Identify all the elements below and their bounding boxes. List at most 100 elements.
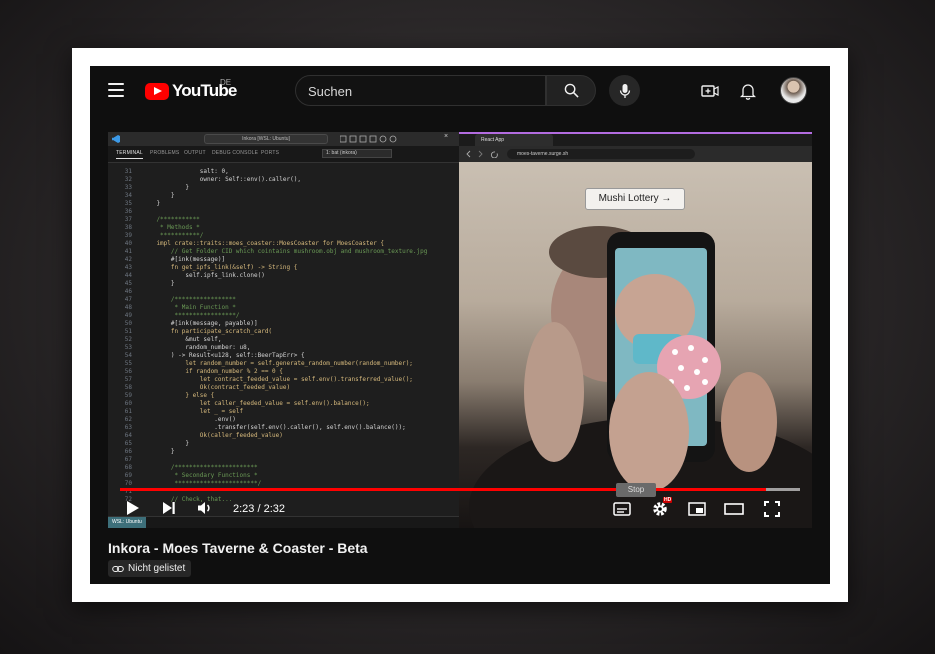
code-text: self.ipfs_link.clone(): [142, 272, 265, 279]
code-text: }: [142, 200, 161, 207]
code-line: 37 /***********: [108, 216, 459, 224]
search-input[interactable]: Suchen: [295, 75, 546, 106]
fullscreen-icon: [764, 501, 780, 517]
code-text: &mut self,: [142, 336, 222, 343]
code-text: }: [142, 448, 175, 455]
line-number: 57: [124, 376, 132, 383]
youtube-logo[interactable]: YouTube DE: [145, 78, 237, 101]
line-number: 55: [124, 360, 132, 367]
tab-output: OUTPUT: [184, 150, 206, 156]
line-number: 32: [124, 176, 132, 183]
code-line: 36: [108, 208, 459, 216]
line-number: 69: [124, 472, 132, 479]
code-line: 49 *****************/: [108, 312, 459, 320]
code-text: #[ink(message, payable)]: [142, 320, 258, 327]
line-number: 31: [124, 168, 132, 175]
code-text: let contract_feeded_value = self.env().t…: [142, 376, 413, 383]
code-text: /*****************: [142, 296, 236, 303]
menu-icon[interactable]: [108, 83, 124, 97]
vscode-window: Inkora [WSL: Ubuntu] × TERMINAL PROBLEMS…: [108, 132, 459, 528]
progress-bar[interactable]: [120, 488, 800, 491]
create-button[interactable]: [699, 80, 721, 102]
layout-icons: [340, 135, 397, 143]
settings-button[interactable]: HD: [648, 497, 673, 521]
nav-arrows-icon: [466, 150, 498, 158]
line-number: 60: [124, 400, 132, 407]
code-line: 70 ***********************/: [108, 480, 459, 488]
code-text: .env(): [142, 416, 236, 423]
code-line: 62 .env(): [108, 416, 459, 424]
subtitles-button[interactable]: [610, 497, 634, 521]
line-number: 70: [124, 480, 132, 487]
code-line: 39 ***********/: [108, 232, 459, 240]
line-number: 47: [124, 296, 132, 303]
line-number: 43: [124, 264, 132, 271]
search-button[interactable]: [546, 75, 596, 106]
code-text: * Main Function *: [142, 304, 236, 311]
line-number: 59: [124, 392, 132, 399]
line-number: 63: [124, 424, 132, 431]
code-line: 33 }: [108, 184, 459, 192]
tab-terminal: TERMINAL: [116, 150, 143, 159]
youtube-page: YouTube DE Suchen Inkora [WSL: Ubuntu] ×…: [90, 66, 830, 584]
line-number: 49: [124, 312, 132, 319]
command-center: Inkora [WSL: Ubuntu]: [204, 134, 328, 144]
miniplayer-button[interactable]: [685, 497, 709, 521]
region-code: DE: [220, 78, 232, 87]
line-number: 48: [124, 304, 132, 311]
line-number: 56: [124, 368, 132, 375]
code-line: 46: [108, 288, 459, 296]
line-number: 65: [124, 440, 132, 447]
code-line: 55 let random_number = self.generate_ran…: [108, 360, 459, 368]
code-editor: 31 salt: 0, 32 owner: Self::env().caller(…: [108, 168, 459, 504]
video-frame: Inkora [WSL: Ubuntu] × TERMINAL PROBLEMS…: [108, 132, 812, 528]
line-number: 35: [124, 200, 132, 207]
theater-mode-icon: [724, 503, 744, 515]
code-text: } else {: [142, 392, 215, 399]
code-line: 67: [108, 456, 459, 464]
code-line: 58 Ok(contract_feeded_value): [108, 384, 459, 392]
code-line: 47 /*****************: [108, 296, 459, 304]
code-text: /***********: [142, 216, 200, 223]
code-line: 34 }: [108, 192, 459, 200]
theater-mode-button[interactable]: [722, 497, 746, 521]
code-line: 59 } else {: [108, 392, 459, 400]
code-text: *****************/: [142, 312, 240, 319]
line-number: 41: [124, 248, 132, 255]
code-line: 48 * Main Function *: [108, 304, 459, 312]
code-text: salt: 0,: [142, 168, 229, 175]
play-icon: [127, 501, 139, 515]
tab-problems: PROBLEMS: [150, 150, 180, 156]
code-line: 40 impl crate::traits::moes_coaster::Moe…: [108, 240, 459, 248]
voice-search-button[interactable]: [609, 75, 640, 106]
tab-ports: PORTS: [261, 150, 280, 156]
next-button[interactable]: [158, 497, 180, 519]
vscode-logo-icon: [112, 135, 120, 143]
stop-button-in-video: Stop: [616, 483, 656, 497]
code-line: 65 }: [108, 440, 459, 448]
avatar[interactable]: [780, 77, 807, 104]
notifications-button[interactable]: [737, 80, 759, 102]
fullscreen-button[interactable]: [760, 497, 784, 521]
microphone-icon: [619, 83, 630, 98]
line-number: 64: [124, 432, 132, 439]
code-text: random_number: u8,: [142, 344, 251, 351]
line-number: 53: [124, 344, 132, 351]
code-text: impl crate::traits::moes_coaster::MoesCo…: [142, 240, 385, 247]
line-number: 68: [124, 464, 132, 471]
video-title: Inkora - Moes Taverne & Coaster - Beta: [108, 540, 368, 556]
skip-next-icon: [163, 502, 175, 514]
bell-icon: [740, 84, 756, 100]
play-button[interactable]: [122, 497, 144, 519]
video-player[interactable]: Inkora [WSL: Ubuntu] × TERMINAL PROBLEMS…: [108, 132, 812, 528]
terminal-select: 1: bat (inkora): [322, 149, 392, 158]
mute-button[interactable]: [194, 497, 216, 519]
line-number: 67: [124, 456, 132, 463]
time-display: 2:23 / 2:32: [233, 503, 285, 515]
line-number: 38: [124, 224, 132, 231]
code-text: let caller_feeded_value = self.env().bal…: [142, 400, 370, 407]
line-number: 46: [124, 288, 132, 295]
code-line: 44 self.ipfs_link.clone(): [108, 272, 459, 280]
code-text: }: [142, 192, 175, 199]
code-line: 31 salt: 0,: [108, 168, 459, 176]
